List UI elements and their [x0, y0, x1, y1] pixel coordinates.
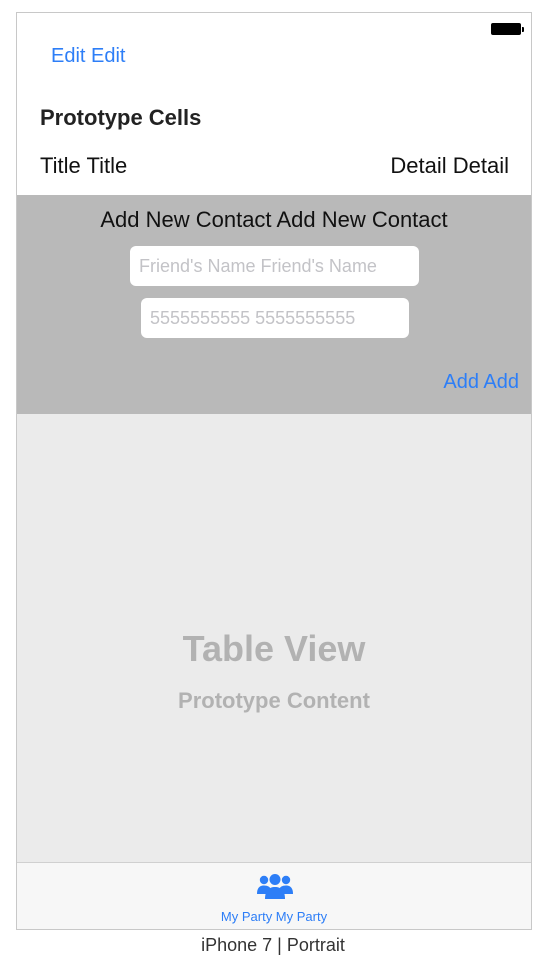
- section-header: Prototype Cells: [40, 105, 202, 130]
- friend-name-field[interactable]: [130, 246, 419, 286]
- table-view-subtitle: Prototype Content: [178, 688, 370, 713]
- add-contact-panel: Add New Contact Add New Contact Add Add: [17, 195, 531, 414]
- phone-number-field[interactable]: [141, 298, 409, 338]
- device-caption: iPhone 7 | Portrait: [201, 935, 345, 955]
- edit-button[interactable]: Edit Edit: [51, 45, 125, 68]
- tab-label: My Party My Party: [220, 909, 328, 924]
- add-button[interactable]: Add Add: [443, 371, 519, 394]
- cell-title: Title Title: [40, 153, 128, 178]
- tab-bar: My Party My Party: [17, 862, 531, 929]
- add-contact-title: Add New Contact Add New Contact: [100, 207, 448, 232]
- iphone-frame: Edit Edit Prototype Cells Title Title De…: [16, 12, 532, 930]
- tab-my-party[interactable]: My Party My Party: [17, 863, 531, 929]
- cell-detail: Detail Detail: [390, 153, 509, 178]
- status-bar: [17, 13, 531, 43]
- people-icon: [257, 874, 293, 899]
- table-view-title: Table View: [182, 628, 366, 669]
- table-view-placeholder: Table View Prototype Content: [17, 414, 531, 862]
- table-cell[interactable]: Title Title Detail Detail: [17, 147, 531, 195]
- battery-icon: [491, 23, 524, 35]
